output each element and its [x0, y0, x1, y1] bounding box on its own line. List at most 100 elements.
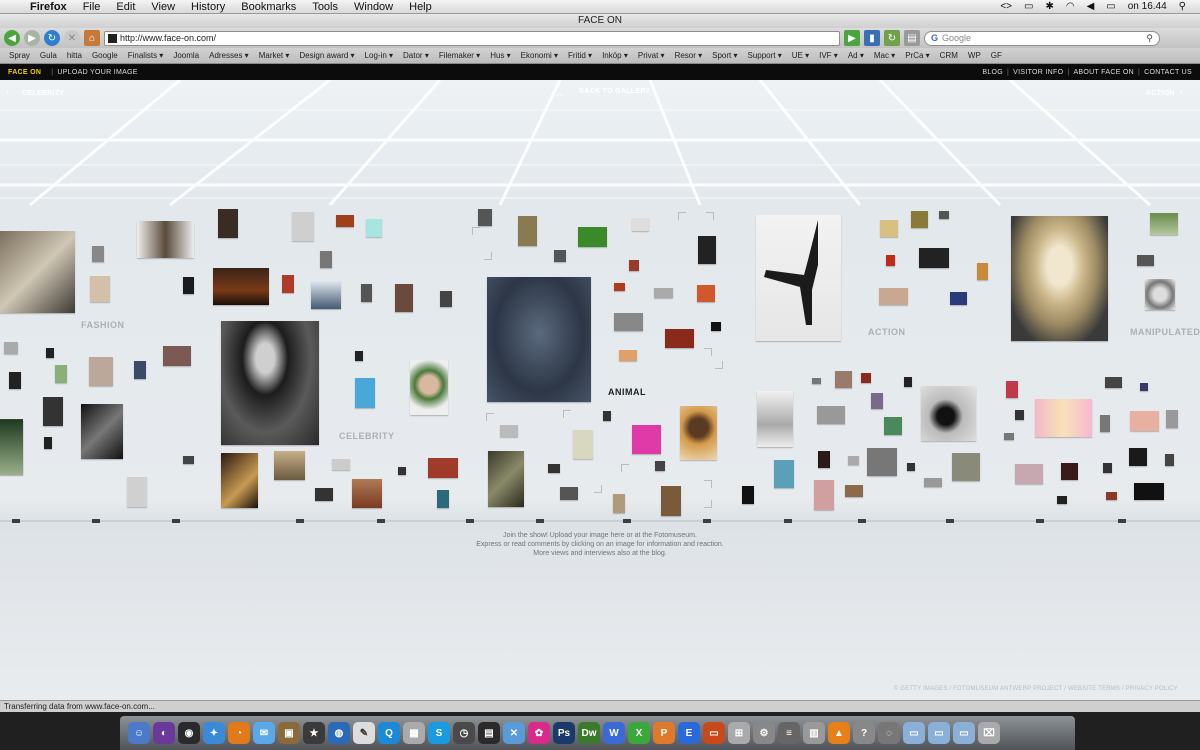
next-arrow-icon[interactable]: › — [1180, 89, 1183, 96]
gallery-wall[interactable]: ‹ CELEBRITY ︿ BACK TO GALLERY ACTION › F… — [0, 80, 1200, 700]
photo-thumb[interactable] — [44, 437, 52, 449]
nav-next-action[interactable]: ACTION — [1146, 90, 1175, 97]
photo-thumb[interactable] — [1006, 381, 1018, 398]
mail-icon[interactable]: ✉ — [253, 722, 275, 744]
photo-thumb[interactable] — [774, 460, 794, 488]
photo-thumb[interactable] — [163, 346, 191, 366]
photo-thumb[interactable] — [632, 425, 661, 454]
photo-action-large[interactable] — [756, 215, 841, 341]
photo-thumb[interactable] — [395, 284, 413, 312]
menu-tools[interactable]: Tools — [304, 1, 346, 13]
photo-thumb[interactable] — [861, 373, 871, 383]
powerpoint-icon[interactable]: P — [653, 722, 675, 744]
bookmark-item[interactable]: Sport ▾ — [707, 51, 742, 60]
photo-thumb[interactable] — [213, 268, 269, 305]
skype-icon[interactable]: S — [428, 722, 450, 744]
vlc-icon[interactable]: ▲ — [828, 722, 850, 744]
photo-thumb[interactable] — [1105, 377, 1122, 388]
photo-animal-large[interactable] — [487, 277, 591, 402]
reload-icon[interactable]: ↻ — [44, 30, 60, 46]
photo-thumb[interactable] — [274, 451, 305, 480]
photo-thumb[interactable] — [1140, 383, 1148, 391]
contact-link[interactable]: CONTACT US — [1144, 69, 1192, 76]
photo-thumb[interactable] — [886, 255, 895, 266]
photo-thumb[interactable] — [1100, 415, 1110, 432]
bookmark-item[interactable]: Spray — [4, 51, 35, 60]
photo-thumb[interactable] — [1004, 433, 1014, 440]
photo-thumb[interactable] — [665, 329, 694, 348]
photos-icon[interactable]: ▣ — [278, 722, 300, 744]
bookmark-item[interactable]: Google — [87, 51, 123, 60]
entourage-icon[interactable]: E — [678, 722, 700, 744]
photo-thumb[interactable] — [1130, 411, 1159, 431]
photo-thumb[interactable] — [183, 456, 194, 464]
photo-thumb[interactable] — [1061, 463, 1078, 480]
prev-arrow-icon[interactable]: ‹ — [6, 89, 9, 96]
bookmark-item[interactable]: Filemaker ▾ — [434, 51, 485, 60]
photo-thumb[interactable] — [46, 348, 54, 358]
volume-icon[interactable]: ◀ — [1087, 1, 1095, 12]
photo-thumb[interactable] — [292, 212, 314, 241]
photo-thumb[interactable] — [629, 260, 639, 271]
photo-fashion-large[interactable] — [0, 231, 75, 313]
bookmark-item[interactable]: Market ▾ — [254, 51, 295, 60]
photo-thumb[interactable] — [757, 391, 793, 447]
photo-thumb[interactable] — [361, 284, 372, 302]
photo-thumb[interactable] — [332, 459, 350, 470]
bookmark-item[interactable]: Ad ▾ — [843, 51, 869, 60]
photo-thumb[interactable] — [311, 281, 341, 309]
menu-view[interactable]: View — [143, 1, 183, 13]
finder-icon[interactable]: ☺ — [128, 722, 150, 744]
photo-thumb[interactable] — [655, 461, 665, 471]
photo-celebrity-large[interactable] — [221, 321, 319, 445]
photo-thumb[interactable] — [440, 291, 452, 307]
photo-thumb[interactable] — [218, 209, 238, 238]
photo-thumb[interactable] — [924, 478, 942, 487]
bluetooth-icon[interactable]: ✱ — [1045, 1, 1053, 12]
photo-thumb[interactable] — [848, 456, 859, 465]
photo-thumb[interactable] — [867, 448, 897, 476]
photo-thumb[interactable] — [950, 292, 967, 305]
nav-prev-celebrity[interactable]: CELEBRITY — [22, 90, 64, 97]
photo-thumb[interactable] — [845, 485, 863, 497]
photo-thumb[interactable] — [614, 283, 625, 291]
search-icon[interactable]: ⚲ — [1146, 33, 1153, 44]
photo-thumb[interactable] — [977, 263, 988, 280]
photo-thumb[interactable] — [1129, 448, 1147, 466]
go-icon[interactable]: ▶ — [844, 30, 860, 46]
photo-thumb[interactable] — [9, 372, 21, 389]
bookmark-item[interactable]: Design award ▾ — [294, 51, 359, 60]
menu-app-firefox[interactable]: Firefox — [22, 1, 75, 13]
word-icon[interactable]: W — [603, 722, 625, 744]
photo-thumb[interactable] — [488, 451, 524, 507]
photo-thumb[interactable] — [1103, 463, 1112, 473]
timemachine-icon[interactable]: ◷ — [453, 722, 475, 744]
print-icon[interactable]: ▤ — [904, 30, 920, 46]
code-icon[interactable]: <> — [1000, 1, 1012, 12]
photo-thumb[interactable] — [919, 248, 949, 268]
photo-thumb[interactable] — [134, 361, 146, 379]
site-logo[interactable]: FACE ON — [8, 69, 41, 76]
url-field[interactable]: http://www.face-on.com/ — [104, 30, 840, 46]
preview-icon[interactable]: ▦ — [403, 722, 425, 744]
photo-thumb[interactable] — [1106, 492, 1117, 500]
stack-icon[interactable]: ◌ — [878, 722, 900, 744]
photo-thumb[interactable] — [573, 430, 593, 459]
photo-thumb[interactable] — [4, 342, 18, 354]
photo-thumb[interactable] — [548, 464, 560, 473]
applications-folder-icon[interactable]: ▭ — [953, 722, 975, 744]
sync-icon[interactable]: ↻ — [884, 30, 900, 46]
photo-thumb[interactable] — [812, 378, 821, 384]
photo-thumb[interactable] — [398, 467, 406, 475]
photo-thumb[interactable] — [817, 406, 845, 424]
about-link[interactable]: ABOUT FACE ON — [1073, 69, 1134, 76]
photo-thumb[interactable] — [1035, 399, 1092, 437]
photo-thumb[interactable] — [336, 215, 354, 227]
photo-thumb[interactable] — [907, 463, 915, 471]
bookmark-item[interactable]: Mac ▾ — [869, 51, 900, 60]
quicktime-icon[interactable]: Q — [378, 722, 400, 744]
imovie-icon[interactable]: ★ — [303, 722, 325, 744]
photo-thumb[interactable] — [1015, 410, 1024, 420]
app-icon[interactable]: ◐ — [153, 722, 175, 744]
photo-thumb[interactable] — [680, 406, 717, 460]
